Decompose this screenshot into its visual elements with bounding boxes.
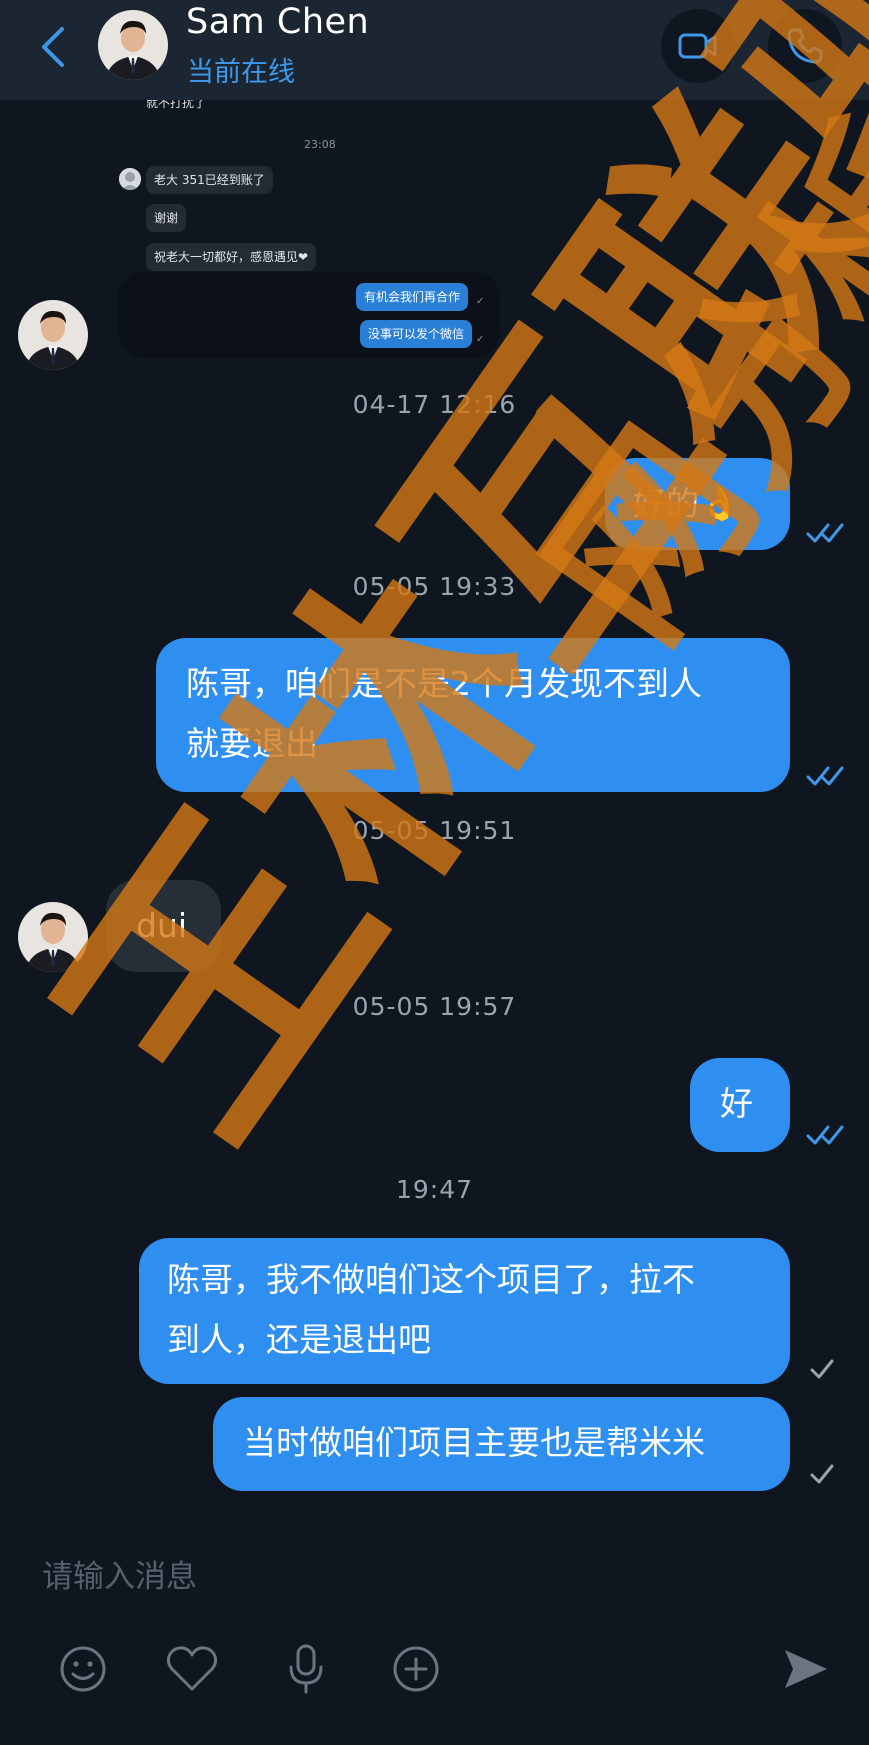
outgoing-message[interactable]: 陈哥，咱们是不是2个月发现不到人 就要退出: [156, 638, 790, 792]
double-check-icon: [806, 1125, 844, 1145]
check-icon: [810, 1464, 834, 1484]
sender-avatar[interactable]: [18, 300, 88, 370]
date-separator: 04-17 12:16: [352, 390, 517, 419]
heart-icon: [166, 1646, 218, 1691]
check-icon: [810, 1359, 834, 1379]
double-check-icon: [806, 766, 844, 786]
message-text: 当时做咱们项目主要也是帮米米: [243, 1423, 705, 1462]
outgoing-message[interactable]: 陈哥，我不做咱们这个项目了，拉不 到人，还是退出吧: [139, 1238, 790, 1384]
chevron-left-icon: [42, 27, 64, 67]
contact-name: Sam Chen: [186, 2, 370, 42]
date-separator: 05-05 19:33: [352, 572, 517, 601]
message-text: 好: [720, 1084, 753, 1123]
double-check-icon: [806, 523, 844, 543]
send-arrow-icon: [785, 1650, 827, 1688]
date-separator: 19:47: [395, 1175, 474, 1204]
outgoing-message[interactable]: 当时做咱们项目主要也是帮米米: [213, 1397, 790, 1491]
message-text-line: 就要退出: [186, 724, 318, 763]
embedded-reply: 有机会我们再合作: [356, 283, 469, 311]
favorite-button[interactable]: [163, 1640, 221, 1698]
video-call-button[interactable]: [661, 9, 735, 83]
embedded-check-icon: ✓: [476, 334, 485, 345]
send-button[interactable]: [777, 1640, 835, 1698]
voice-message-button[interactable]: [277, 1640, 335, 1698]
message-composer: [0, 1540, 869, 1612]
message-text-line: 陈哥，我不做咱们这个项目了，拉不: [167, 1260, 695, 1299]
plus-circle-icon: [393, 1646, 439, 1692]
embedded-message: 老大 351已经到账了: [146, 166, 273, 194]
microphone-icon: [289, 1644, 323, 1694]
date-separator: 05-05 19:51: [352, 816, 517, 845]
online-status: 当前在线: [187, 57, 295, 88]
message-text-line: 到人，还是退出吧: [167, 1320, 431, 1359]
message-text: 好的👌: [633, 484, 741, 523]
phone-icon: [787, 28, 823, 64]
back-button[interactable]: [30, 20, 74, 74]
voice-call-button[interactable]: [768, 9, 842, 83]
message-text: dui: [136, 906, 188, 945]
incoming-message[interactable]: dui: [106, 880, 221, 972]
smiley-icon: [60, 1646, 106, 1692]
date-separator: 05-05 19:57: [352, 992, 517, 1021]
sender-avatar[interactable]: [18, 902, 88, 972]
video-camera-icon: [678, 33, 717, 59]
chat-header: Sam Chen 当前在线: [0, 0, 869, 100]
embedded-check-icon: ✓: [476, 296, 485, 307]
message-text-line: 陈哥，咱们是不是2个月发现不到人: [186, 664, 702, 703]
embedded-timestamp: 23:08: [304, 138, 336, 151]
contact-avatar[interactable]: [98, 10, 168, 80]
outgoing-message[interactable]: 好: [690, 1058, 790, 1152]
outgoing-message[interactable]: 好的👌: [605, 458, 790, 550]
attach-button[interactable]: [387, 1640, 445, 1698]
embedded-sender-avatar: [119, 168, 141, 190]
embedded-message: 谢谢: [146, 204, 187, 232]
embedded-message: 祝老大一切都好，感恩遇见❤: [146, 243, 317, 271]
embedded-reply: 没事可以发个微信: [360, 320, 473, 348]
emoji-button[interactable]: [54, 1640, 112, 1698]
message-input[interactable]: [40, 1554, 824, 1600]
chat-screen: Sam Chen 当前在线 就不打扰了 23:08 老大 351已经到账了 谢谢…: [0, 0, 869, 1745]
